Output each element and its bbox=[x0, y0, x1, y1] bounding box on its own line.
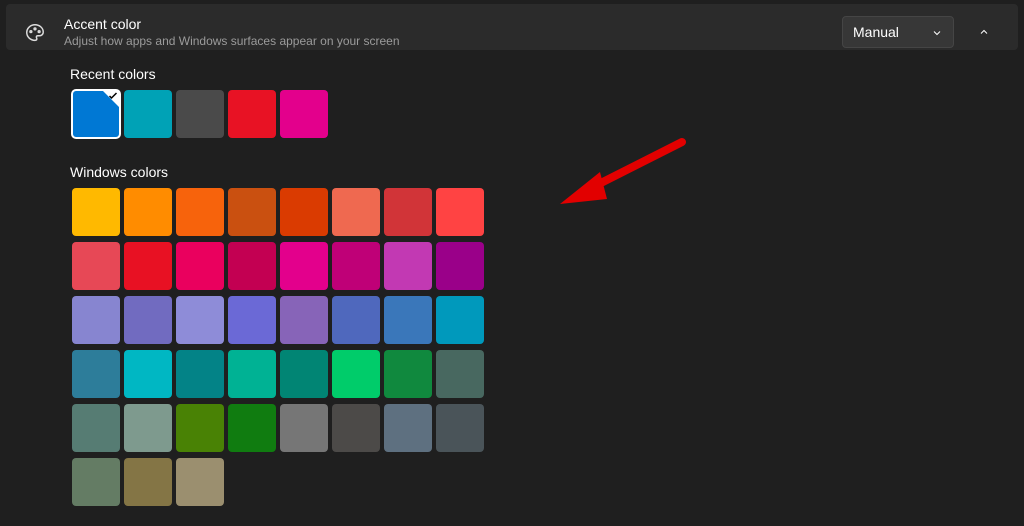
windows-color-swatch[interactable] bbox=[228, 350, 276, 398]
windows-color-swatch[interactable] bbox=[176, 458, 224, 506]
windows-colors-grid bbox=[70, 186, 1006, 508]
windows-color-swatch[interactable] bbox=[72, 350, 120, 398]
palette-icon bbox=[24, 22, 46, 44]
windows-colors-label: Windows colors bbox=[70, 164, 1006, 180]
windows-color-swatch[interactable] bbox=[176, 188, 224, 236]
windows-color-swatch[interactable] bbox=[332, 242, 380, 290]
recent-color-swatch[interactable] bbox=[176, 90, 224, 138]
windows-color-swatch[interactable] bbox=[280, 188, 328, 236]
windows-color-swatch[interactable] bbox=[384, 188, 432, 236]
collapse-button[interactable] bbox=[968, 16, 1000, 48]
windows-color-swatch[interactable] bbox=[72, 404, 120, 452]
recent-color-swatch[interactable] bbox=[228, 90, 276, 138]
windows-color-swatch[interactable] bbox=[280, 404, 328, 452]
recent-colors-row bbox=[70, 88, 1006, 140]
recent-color-swatch[interactable] bbox=[280, 90, 328, 138]
header-text: Accent color Adjust how apps and Windows… bbox=[64, 16, 842, 48]
windows-color-swatch[interactable] bbox=[176, 242, 224, 290]
windows-color-swatch[interactable] bbox=[280, 296, 328, 344]
windows-color-swatch[interactable] bbox=[436, 350, 484, 398]
windows-color-swatch[interactable] bbox=[176, 404, 224, 452]
windows-color-swatch[interactable] bbox=[436, 404, 484, 452]
windows-color-row bbox=[70, 294, 1006, 346]
accent-color-panel: Accent color Adjust how apps and Windows… bbox=[6, 4, 1018, 50]
panel-body: Recent colors Windows colors bbox=[0, 54, 1024, 520]
accent-mode-select[interactable]: Manual bbox=[842, 16, 954, 48]
recent-color-swatch[interactable] bbox=[72, 90, 120, 138]
recent-colors-label: Recent colors bbox=[70, 66, 1006, 82]
panel-title: Accent color bbox=[64, 16, 842, 32]
windows-color-swatch[interactable] bbox=[280, 350, 328, 398]
chevron-down-icon bbox=[931, 26, 943, 38]
windows-color-swatch[interactable] bbox=[228, 404, 276, 452]
chevron-up-icon bbox=[978, 26, 990, 38]
windows-color-swatch[interactable] bbox=[332, 188, 380, 236]
windows-color-swatch[interactable] bbox=[332, 296, 380, 344]
windows-color-swatch[interactable] bbox=[72, 296, 120, 344]
windows-color-swatch[interactable] bbox=[436, 296, 484, 344]
windows-color-swatch[interactable] bbox=[124, 458, 172, 506]
windows-color-swatch[interactable] bbox=[332, 350, 380, 398]
windows-color-swatch[interactable] bbox=[384, 296, 432, 344]
windows-color-row bbox=[70, 240, 1006, 292]
windows-color-row bbox=[70, 186, 1006, 238]
windows-color-swatch[interactable] bbox=[124, 296, 172, 344]
panel-subtitle: Adjust how apps and Windows surfaces app… bbox=[64, 34, 842, 48]
windows-color-swatch[interactable] bbox=[72, 188, 120, 236]
windows-color-row bbox=[70, 402, 1006, 454]
windows-color-swatch[interactable] bbox=[176, 350, 224, 398]
windows-color-swatch[interactable] bbox=[436, 242, 484, 290]
panel-header: Accent color Adjust how apps and Windows… bbox=[24, 16, 1000, 48]
windows-color-swatch[interactable] bbox=[384, 350, 432, 398]
windows-color-swatch[interactable] bbox=[436, 188, 484, 236]
windows-color-swatch[interactable] bbox=[124, 350, 172, 398]
windows-color-swatch[interactable] bbox=[72, 242, 120, 290]
windows-color-swatch[interactable] bbox=[228, 296, 276, 344]
windows-color-swatch[interactable] bbox=[176, 296, 224, 344]
windows-color-swatch[interactable] bbox=[384, 404, 432, 452]
check-icon bbox=[102, 90, 120, 108]
windows-color-swatch[interactable] bbox=[124, 404, 172, 452]
windows-color-row bbox=[70, 456, 1006, 508]
windows-color-row bbox=[70, 348, 1006, 400]
windows-color-swatch[interactable] bbox=[228, 242, 276, 290]
windows-color-swatch[interactable] bbox=[228, 188, 276, 236]
windows-color-swatch[interactable] bbox=[384, 242, 432, 290]
windows-color-swatch[interactable] bbox=[332, 404, 380, 452]
recent-color-swatch[interactable] bbox=[124, 90, 172, 138]
accent-mode-value: Manual bbox=[853, 24, 899, 40]
windows-color-swatch[interactable] bbox=[72, 458, 120, 506]
windows-color-swatch[interactable] bbox=[124, 188, 172, 236]
windows-color-swatch[interactable] bbox=[280, 242, 328, 290]
windows-color-swatch[interactable] bbox=[124, 242, 172, 290]
